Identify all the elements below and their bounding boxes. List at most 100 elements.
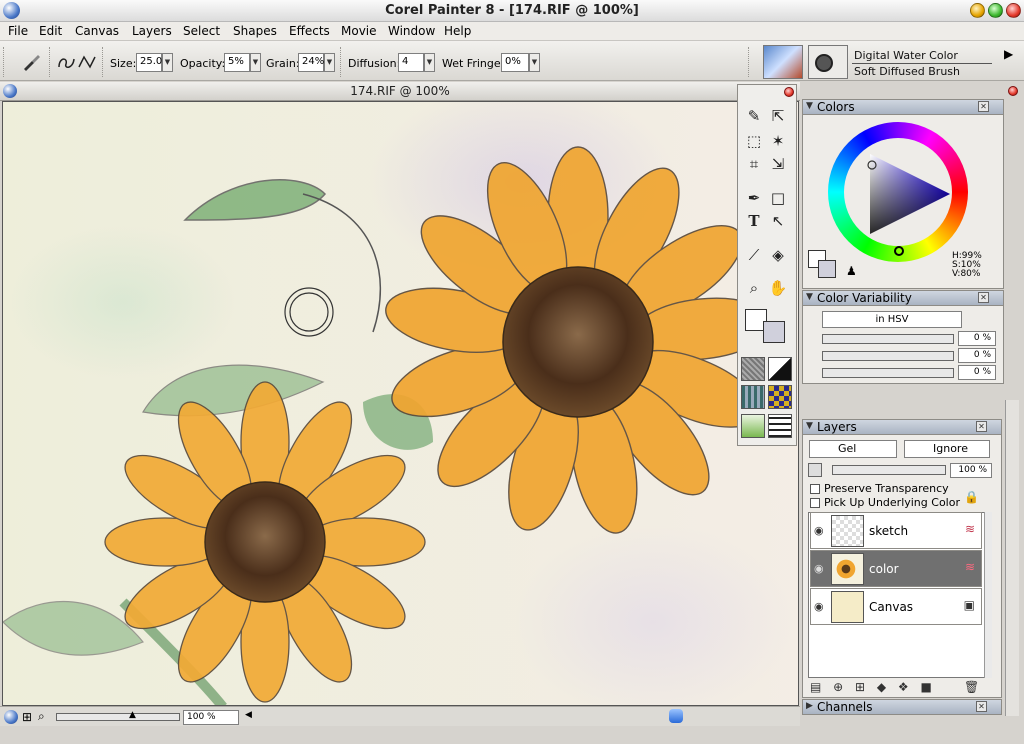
menu-movie[interactable]: Movie (341, 24, 377, 38)
pen-tool-icon[interactable]: ✒ (743, 187, 765, 209)
menu-edit[interactable]: Edit (39, 24, 62, 38)
value-variability-slider[interactable] (822, 368, 954, 378)
maximize-button[interactable] (988, 3, 1003, 18)
menu-shapes[interactable]: Shapes (233, 24, 277, 38)
value-variability-value[interactable]: 0 % (958, 365, 996, 380)
expand-triangle-icon[interactable]: ▶ (806, 701, 813, 711)
collapse-triangle-icon[interactable]: ▼ (806, 101, 813, 111)
hue-marker[interactable] (894, 246, 904, 256)
eye-icon[interactable]: ◉ (814, 524, 824, 537)
size-field[interactable]: 25.0 (136, 53, 162, 72)
close-panel-icon[interactable]: ✕ (976, 701, 987, 712)
additional-color-swatch[interactable] (763, 321, 785, 343)
scroll-thumb[interactable] (669, 709, 683, 723)
layer-opacity-slider[interactable] (832, 465, 946, 475)
hue-variability-value[interactable]: 0 % (958, 331, 996, 346)
layer-opacity-value[interactable]: 100 % (950, 463, 992, 478)
diffusion-field[interactable]: 4 (398, 53, 424, 72)
wet-fringe-dropdown[interactable]: ▼ (529, 53, 540, 72)
menu-window[interactable]: Window (388, 24, 435, 38)
layers-panel-header[interactable]: ▼ Layers ✕ (802, 419, 1002, 435)
layer-list-scrollbar[interactable] (984, 512, 992, 678)
size-dropdown[interactable]: ▼ (162, 53, 173, 72)
selection-adjuster-icon[interactable]: ⇲ (767, 153, 789, 175)
saturation-value-triangle[interactable] (844, 138, 952, 246)
opacity-dropdown[interactable]: ▼ (250, 53, 261, 72)
brush-category-selector[interactable] (763, 45, 803, 79)
colors-panel-header[interactable]: ▼ Colors ✕ (802, 99, 1004, 115)
additional-color-chip[interactable] (818, 260, 836, 278)
canvas-rotate-icon[interactable] (4, 710, 18, 724)
grabber-hand-icon[interactable]: ✋ (767, 277, 789, 299)
magnifier-icon[interactable]: ⌕ (38, 709, 45, 724)
menu-file[interactable]: File (8, 24, 28, 38)
hue-variability-slider[interactable] (822, 334, 954, 344)
close-panel-icon[interactable]: ✕ (978, 292, 989, 303)
composite-method-select[interactable]: Gel (809, 440, 897, 458)
saturation-variability-value[interactable]: 0 % (958, 348, 996, 363)
zoom-slider-thumb[interactable]: ▲ (129, 710, 136, 720)
pick-up-underlying-color-checkbox[interactable] (810, 498, 820, 508)
clone-color-stamp-icon[interactable]: ♟ (846, 264, 857, 278)
straight-line-stroke-icon[interactable] (76, 51, 98, 73)
arrow-right-icon[interactable]: ▶ (1004, 47, 1013, 61)
zoom-field[interactable]: 100 % (183, 710, 239, 725)
crop-icon[interactable]: ⌗ (743, 153, 765, 175)
menu-help[interactable]: Help (444, 24, 471, 38)
painting-canvas[interactable] (2, 101, 799, 706)
rectangular-selection-icon[interactable]: ⬚ (743, 130, 765, 152)
brush-tool-icon[interactable]: ✎ (743, 105, 765, 127)
lock-icon[interactable]: 🔒 (964, 490, 979, 504)
text-tool-icon[interactable]: T (743, 210, 765, 232)
shape-selection-icon[interactable]: ↖ (767, 210, 789, 232)
nozzle-selector[interactable] (741, 414, 765, 438)
grain-dropdown[interactable]: ▼ (324, 53, 335, 72)
menu-canvas[interactable]: Canvas (75, 24, 119, 38)
diffusion-dropdown[interactable]: ▼ (424, 53, 435, 72)
weaving-selector[interactable] (768, 385, 792, 409)
wet-fringe-field[interactable]: 0% (501, 53, 529, 72)
hue-ring[interactable] (828, 122, 968, 262)
close-panel-icon[interactable]: ✕ (976, 421, 987, 432)
layer-commands-toolbar[interactable]: ▤ ⊕ ⊞ ◆ ❖ ■ (810, 680, 936, 694)
paint-bucket-icon[interactable]: ◈ (767, 244, 789, 266)
layer-row[interactable]: ◉ Canvas ▣ (810, 588, 982, 625)
rectangle-shape-icon[interactable]: □ (767, 187, 789, 209)
collapse-triangle-icon[interactable]: ▼ (806, 421, 813, 431)
brush-icon[interactable] (20, 51, 42, 73)
layer-row[interactable]: ◉ color ≋ (810, 550, 982, 587)
grain-field[interactable]: 24% (298, 53, 324, 72)
scroll-left-icon[interactable]: ◀ (245, 710, 252, 720)
close-button[interactable] (1006, 3, 1021, 18)
brush-variant-selector[interactable] (808, 45, 848, 79)
paper-selector[interactable] (741, 357, 765, 381)
layer-adjuster-icon[interactable]: ⇱ (767, 105, 789, 127)
variability-mode-select[interactable]: in HSV (822, 311, 962, 328)
magnifier-icon[interactable]: ⌕ (743, 277, 765, 299)
composite-depth-select[interactable]: Ignore (904, 440, 990, 458)
palette-close-icon[interactable] (1008, 86, 1018, 96)
dropper-icon[interactable]: ⟋ (743, 244, 765, 266)
layer-row[interactable]: ◉ sketch ≋ (810, 512, 982, 549)
freehand-stroke-icon[interactable] (56, 51, 78, 73)
gradient-selector[interactable] (768, 357, 792, 381)
preserve-transparency-checkbox[interactable] (810, 484, 820, 494)
menu-effects[interactable]: Effects (289, 24, 330, 38)
menu-select[interactable]: Select (183, 24, 220, 38)
looks-selector[interactable] (768, 414, 792, 438)
zoom-slider[interactable]: ▲ (56, 710, 180, 721)
magic-wand-icon[interactable]: ✶ (767, 130, 789, 152)
collapse-triangle-icon[interactable]: ▼ (806, 292, 813, 302)
saturation-variability-slider[interactable] (822, 351, 954, 361)
trash-icon[interactable]: 🗑 (964, 680, 979, 694)
minimize-button[interactable] (970, 3, 985, 18)
eye-icon[interactable]: ◉ (814, 600, 824, 613)
close-panel-icon[interactable]: ✕ (978, 101, 989, 112)
toolbox-close-icon[interactable] (784, 87, 794, 97)
channels-panel-header[interactable]: ▶ Channels ✕ (802, 699, 1002, 715)
eye-icon[interactable]: ◉ (814, 562, 824, 575)
color-variability-header[interactable]: ▼ Color Variability ✕ (802, 290, 1004, 306)
pattern-selector[interactable] (741, 385, 765, 409)
opacity-field[interactable]: 5% (224, 53, 250, 72)
menu-layers[interactable]: Layers (132, 24, 172, 38)
